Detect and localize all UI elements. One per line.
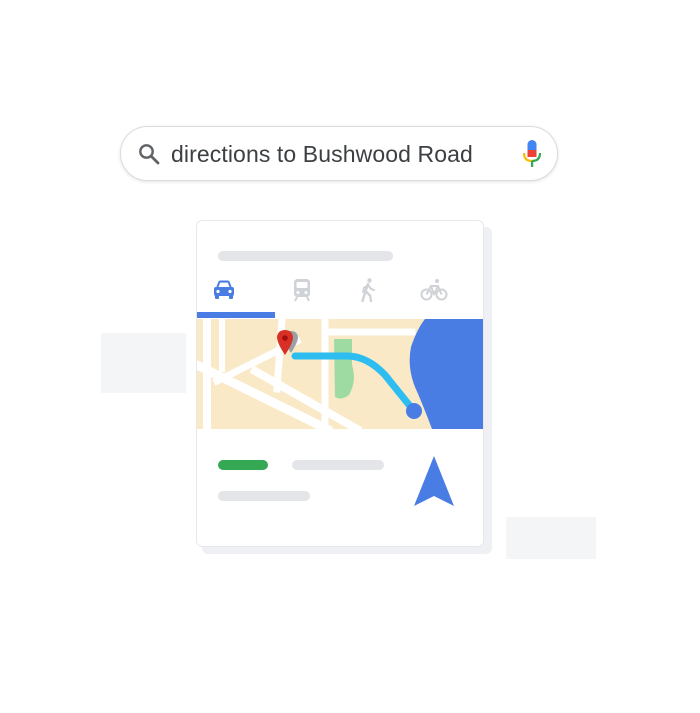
search-bar[interactable]: directions to Bushwood Road: [120, 126, 558, 181]
tab-walking[interactable]: [354, 277, 382, 303]
walking-icon: [361, 278, 375, 303]
destination-dot: [406, 403, 422, 419]
search-icon: [139, 144, 160, 165]
search-input[interactable]: directions to Bushwood Road: [171, 127, 473, 182]
active-tab-indicator: [197, 312, 275, 318]
distance-placeholder: [292, 460, 384, 470]
route-via-placeholder: [218, 491, 310, 501]
directions-card: [196, 220, 484, 547]
bike-icon: [420, 279, 448, 301]
tab-transit[interactable]: [288, 277, 316, 303]
car-icon: [214, 280, 234, 299]
placeholder-block-left: [101, 333, 186, 393]
train-icon: [294, 279, 310, 302]
eta-placeholder: [218, 460, 268, 470]
tab-driving[interactable]: [210, 277, 238, 303]
tab-cycling[interactable]: [420, 277, 448, 303]
card-title-placeholder: [218, 251, 393, 261]
placeholder-block-right: [506, 517, 596, 559]
navigation-arrow-icon[interactable]: [412, 454, 456, 510]
mic-icon[interactable]: [521, 139, 543, 169]
route-map[interactable]: [197, 319, 484, 429]
